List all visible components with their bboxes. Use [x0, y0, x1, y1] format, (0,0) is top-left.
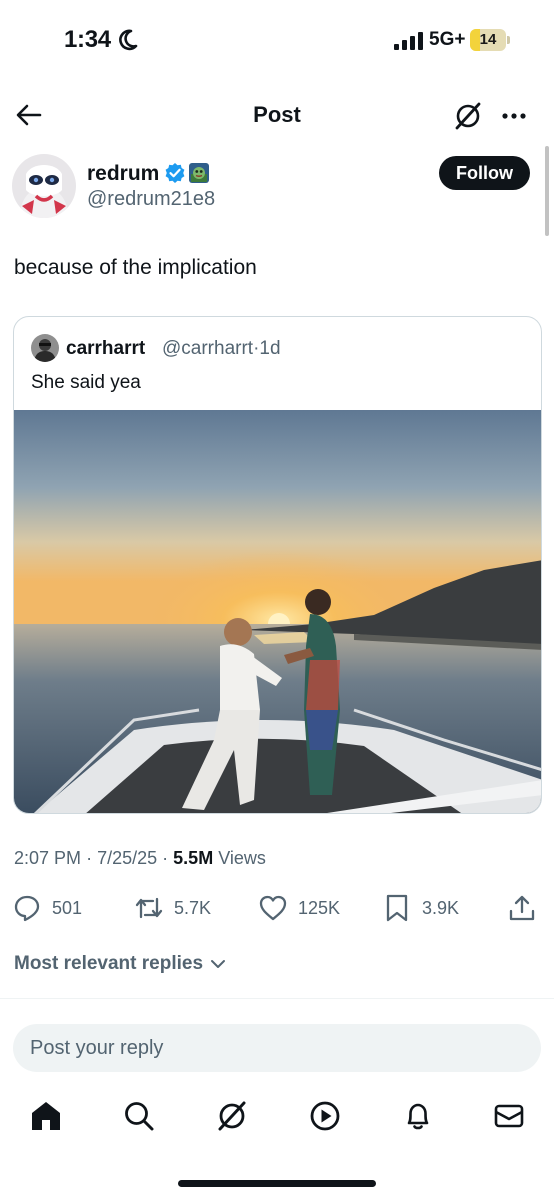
post-text: because of the implication: [14, 256, 257, 279]
nav-home[interactable]: [28, 1098, 64, 1134]
repost-icon: [135, 897, 163, 919]
search-icon: [125, 1102, 154, 1131]
views-count: 5.5M: [173, 848, 214, 868]
share-button[interactable]: [507, 890, 537, 926]
post-time: 2:07 PM: [14, 848, 82, 868]
home-indicator: [178, 1180, 376, 1187]
nav-messages[interactable]: [491, 1098, 527, 1134]
quote-author-name[interactable]: carrharrt: [66, 338, 145, 360]
reply-input[interactable]: [13, 1024, 541, 1072]
post-header: Post: [0, 92, 554, 138]
repost-button[interactable]: 5.7K: [134, 890, 211, 926]
views-label: Views: [218, 848, 266, 868]
verified-icon: [165, 163, 185, 183]
post-actions: 501 5.7K 125K 3.9K: [0, 890, 554, 926]
moon-icon: [119, 29, 138, 51]
author-handle[interactable]: @redrum21e8: [87, 188, 215, 211]
status-time: 1:34: [64, 26, 111, 53]
replies-sort-label: Most relevant replies: [14, 953, 204, 974]
mail-icon: [494, 1104, 524, 1128]
bell-icon: [407, 1103, 429, 1130]
repost-count: 5.7K: [174, 897, 212, 918]
like-button[interactable]: 125K: [258, 890, 340, 926]
battery-level: 14: [479, 31, 497, 48]
post-meta: 2:07 PM · 7/25/25 · 5.5M Views: [14, 848, 266, 869]
quote-avatar[interactable]: [31, 334, 59, 362]
share-icon: [509, 895, 535, 921]
follow-button[interactable]: Follow: [439, 156, 530, 190]
bookmark-icon: [386, 894, 408, 922]
home-icon: [32, 1102, 60, 1130]
separator: ·: [162, 848, 169, 868]
bookmark-button[interactable]: 3.9K: [382, 890, 459, 926]
battery-icon: 14: [470, 29, 510, 51]
like-icon: [259, 895, 287, 921]
quote-author-meta: @carrharrt·1d: [162, 338, 281, 360]
status-bar: 1:34 5G+ 14: [0, 0, 554, 80]
nav-notifications[interactable]: [400, 1098, 436, 1134]
quote-author-handle[interactable]: @carrharrt: [162, 338, 253, 359]
grok-icon[interactable]: [452, 100, 484, 132]
quoted-post[interactable]: carrharrt @carrharrt·1d She said yea: [13, 316, 542, 814]
cellular-signal-icon: [394, 32, 423, 50]
post-date: 7/25/25: [97, 848, 158, 868]
affiliate-badge-icon: [189, 163, 209, 183]
scrollbar[interactable]: [545, 146, 549, 236]
reply-icon: [14, 895, 40, 922]
separator: ·: [86, 848, 93, 868]
like-count: 125K: [298, 897, 341, 918]
reply-button[interactable]: 501: [12, 890, 82, 926]
quote-photo[interactable]: [14, 410, 542, 814]
bookmark-count: 3.9K: [422, 897, 460, 918]
chevron-down-icon: [211, 960, 226, 968]
author-avatar[interactable]: [12, 154, 76, 218]
avatar-image: [12, 154, 76, 218]
author-name[interactable]: redrum: [87, 162, 159, 186]
nav-search[interactable]: [121, 1098, 157, 1134]
divider: [0, 998, 554, 999]
network-label: 5G+: [429, 29, 466, 50]
nav-grok[interactable]: [214, 1098, 250, 1134]
grok-icon: [218, 1101, 246, 1131]
nav-video[interactable]: [307, 1098, 343, 1134]
quote-text: She said yea: [31, 372, 141, 393]
reply-count: 501: [52, 897, 83, 918]
replies-sort-dropdown[interactable]: Most relevant replies: [14, 953, 227, 975]
more-icon[interactable]: [498, 100, 530, 132]
quote-time: 1d: [259, 338, 281, 359]
video-icon: [310, 1101, 340, 1131]
bottom-nav: [0, 1094, 554, 1142]
